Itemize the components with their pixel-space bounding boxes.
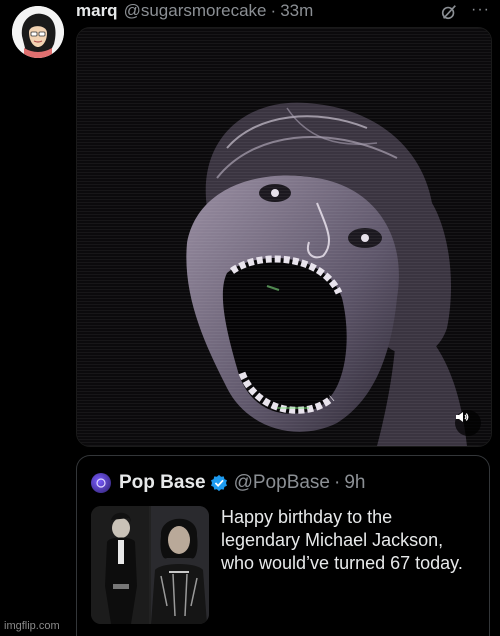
michael-jackson-collage-illustration: [91, 506, 209, 624]
quoted-post-text-line: who would’ve turned 67 today.: [221, 553, 463, 573]
separator-dot: ·: [270, 1, 277, 20]
quoted-author-avatar[interactable]: [91, 473, 111, 493]
author-handle[interactable]: @sugarsmorecake: [124, 1, 267, 21]
quoted-post-time[interactable]: 9h: [344, 472, 365, 494]
quoted-author-handle[interactable]: @PopBase: [234, 472, 330, 494]
quoted-post-text: Happy birthday to the legendary Michael …: [221, 506, 483, 575]
author-avatar[interactable]: [12, 6, 64, 58]
author-name[interactable]: marq: [76, 1, 118, 21]
quoted-author-name[interactable]: Pop Base: [119, 472, 206, 494]
more-icon[interactable]: ···: [471, 1, 490, 19]
speaker-glyph: [456, 412, 469, 422]
post-header: marq @sugarsmorecake · 33m: [76, 0, 490, 22]
post-time[interactable]: 33m: [280, 1, 313, 21]
post-video[interactable]: [76, 27, 492, 447]
quoted-post-image[interactable]: [91, 506, 209, 624]
quoted-post-text-line: legendary Michael Jackson,: [221, 530, 444, 550]
quoted-post[interactable]: Pop Base @PopBase · 9h Happy birthday to…: [76, 455, 490, 636]
video-frame-illustration: [77, 28, 491, 446]
grok-icon[interactable]: [440, 3, 458, 21]
quoted-post-text-line: Happy birthday to the: [221, 507, 393, 527]
avatar-illustration: [12, 6, 64, 58]
verified-badge-icon: [210, 474, 227, 492]
speaker-icon[interactable]: [455, 410, 481, 436]
pop-base-logo-icon: [96, 478, 106, 488]
separator-dot: ·: [334, 472, 341, 493]
watermark: imgflip.com: [4, 620, 60, 632]
quoted-post-header: Pop Base @PopBase · 9h: [91, 472, 365, 494]
